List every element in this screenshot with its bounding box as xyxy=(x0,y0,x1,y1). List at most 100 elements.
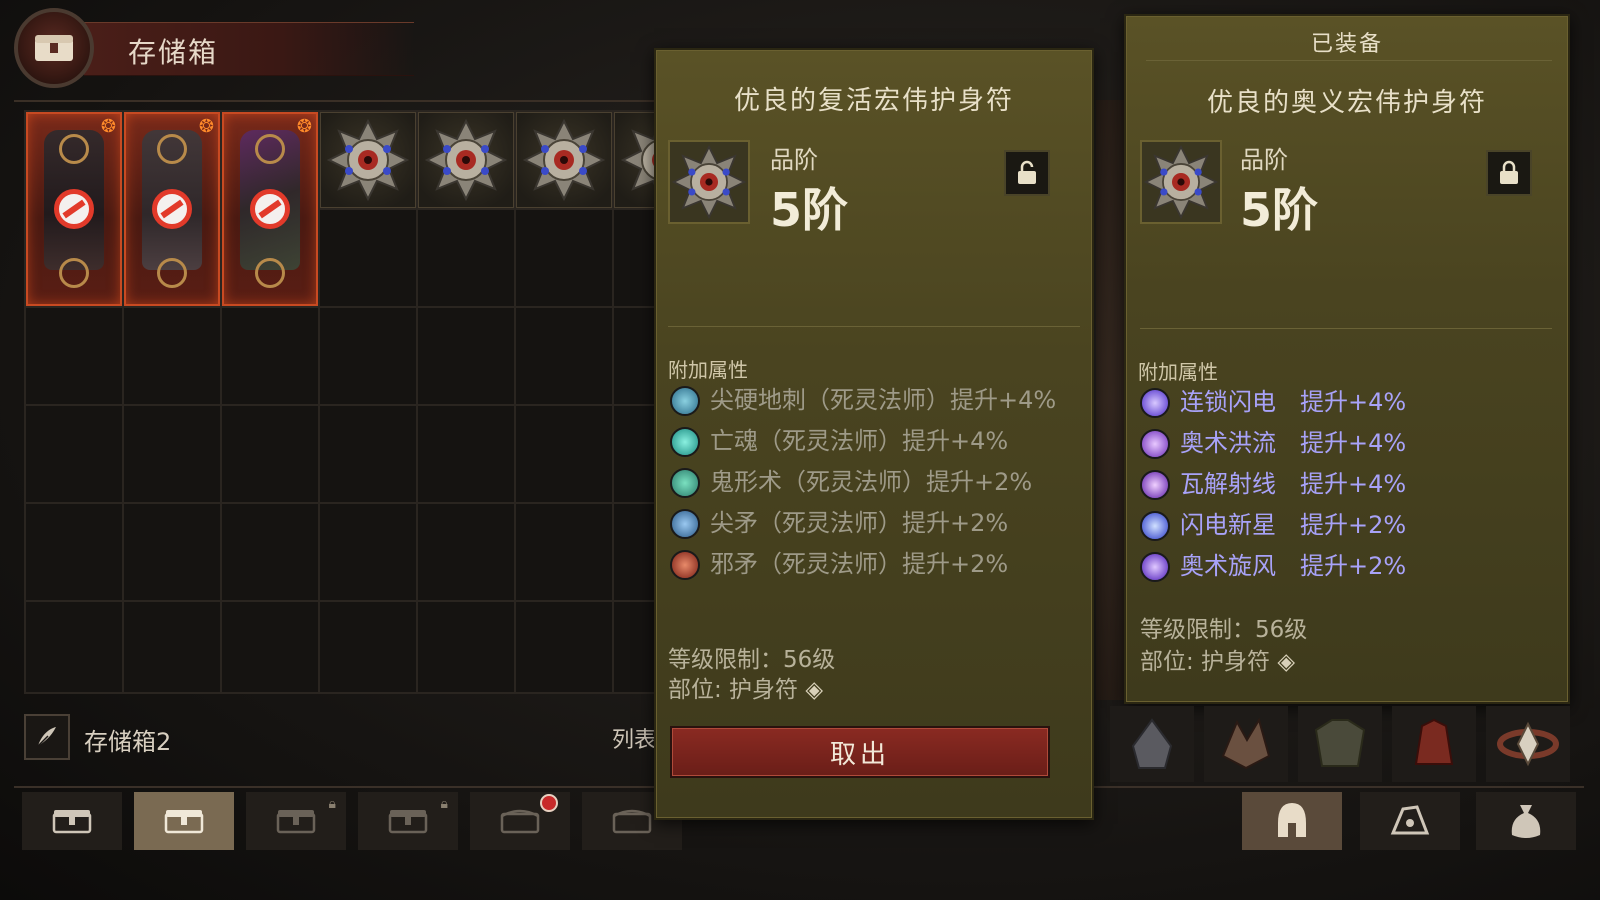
stash-slot-empty[interactable] xyxy=(614,504,656,600)
amulet-icon xyxy=(327,119,409,201)
page-title: 存储箱 xyxy=(128,36,219,69)
stash-slot-amulet[interactable] xyxy=(614,112,656,208)
lock-toggle-button[interactable] xyxy=(1004,150,1050,196)
stash-slot-empty[interactable] xyxy=(418,602,514,692)
stash-slot-empty[interactable] xyxy=(614,308,656,404)
amulet-icon xyxy=(425,119,507,201)
header-banner: 存储箱 xyxy=(84,22,414,76)
item-slot-text: 部位: 护身符 xyxy=(668,677,799,703)
stash-tab-3[interactable]: 🔒︎ xyxy=(246,792,346,850)
evil-spear-icon xyxy=(670,550,700,580)
stash-slot-empty[interactable] xyxy=(222,308,318,404)
stash-slot-empty[interactable] xyxy=(124,406,220,502)
stash-slot-empty[interactable] xyxy=(26,602,122,692)
stash-slot-armor[interactable]: ❂ xyxy=(222,112,318,306)
stash-slot-empty[interactable] xyxy=(124,308,220,404)
section-divider xyxy=(668,326,1080,327)
stash-slot-empty[interactable] xyxy=(222,602,318,692)
stash-slot-empty[interactable] xyxy=(418,210,514,306)
shoulder-icon xyxy=(1221,717,1271,770)
item-icon-frame xyxy=(1140,140,1222,224)
chest-icon xyxy=(276,810,316,834)
gloves-armor-icon xyxy=(1414,718,1454,765)
stash-slot-empty[interactable] xyxy=(614,406,656,502)
stash-tab-4[interactable]: 🔒︎ xyxy=(358,792,458,850)
inventory-edge-decoration xyxy=(1096,100,1126,700)
equipped-gear-strip xyxy=(1110,706,1580,784)
stash-slot-empty[interactable] xyxy=(320,406,416,502)
tab-equipment[interactable] xyxy=(1242,792,1342,850)
stash-slot-amulet[interactable] xyxy=(418,112,514,208)
grade-value: 5阶 xyxy=(1240,183,1319,237)
unlock-icon xyxy=(1018,160,1036,184)
level-requirement: 等级限制：56级 xyxy=(1140,617,1308,643)
stash-slot-empty[interactable] xyxy=(418,504,514,600)
stash-slot-empty[interactable] xyxy=(26,308,122,404)
section-divider xyxy=(1140,328,1552,329)
affix-text: 邪矛（死灵法师）提升+2% xyxy=(710,550,1009,578)
stash-tab-1[interactable] xyxy=(22,792,122,850)
stash-slot-empty[interactable] xyxy=(320,308,416,404)
stash-slot-amulet[interactable] xyxy=(516,112,612,208)
stash-slot-empty[interactable] xyxy=(516,308,612,404)
not-usable-icon xyxy=(250,189,290,229)
affix-text: 尖矛（死灵法师）提升+2% xyxy=(710,509,1009,537)
stash-slot-empty[interactable] xyxy=(26,504,122,600)
socket-ring-icon xyxy=(157,258,187,288)
rename-stash-button[interactable] xyxy=(24,714,70,760)
stash-slot-armor[interactable]: ❂ xyxy=(124,112,220,306)
take-out-button[interactable]: 取出 xyxy=(670,726,1050,778)
gear-slot-shoulder[interactable] xyxy=(1204,706,1288,782)
affix-item: 尖矛（死灵法师）提升+2% xyxy=(670,509,1070,539)
stash-slot-empty[interactable] xyxy=(516,504,612,600)
stash-footer: 存储箱2 列表 xyxy=(24,714,664,762)
stash-slot-empty[interactable] xyxy=(222,406,318,502)
header-divider xyxy=(14,100,654,102)
tab-gems[interactable] xyxy=(1360,792,1460,850)
stash-slot-armor[interactable]: ❂ xyxy=(26,112,122,306)
list-view-button[interactable]: 列表 xyxy=(612,722,656,754)
stash-slot-empty[interactable] xyxy=(26,406,122,502)
gear-slot-chest[interactable] xyxy=(1298,706,1382,782)
not-usable-icon xyxy=(152,189,192,229)
stash-slot-empty[interactable] xyxy=(516,602,612,692)
stash-slot-empty[interactable] xyxy=(516,406,612,502)
item-slot-text: 部位: 护身符 xyxy=(1140,649,1271,675)
amulet-slot-icon: ◈ xyxy=(805,677,824,703)
socket-ring-icon xyxy=(59,258,89,288)
stash-tab-5[interactable] xyxy=(470,792,570,850)
socket-ring-icon xyxy=(255,258,285,288)
affix-item: 尖硬地刺（死灵法师）提升+4% xyxy=(670,386,1070,416)
affix-section-title: 附加属性 xyxy=(668,358,748,382)
stash-slot-empty[interactable] xyxy=(614,210,656,306)
gear-slot-helm[interactable] xyxy=(1110,706,1194,782)
stash-slot-empty[interactable] xyxy=(418,406,514,502)
affix-item: 鬼形术（死灵法师）提升+2% xyxy=(670,468,1070,498)
stash-slot-empty[interactable] xyxy=(124,504,220,600)
lock-toggle-button[interactable] xyxy=(1486,150,1532,196)
equipped-header: 已装备 xyxy=(1310,32,1383,57)
stash-slot-empty[interactable] xyxy=(124,602,220,692)
chest-icon xyxy=(164,810,204,834)
item-icon-frame xyxy=(668,140,750,224)
stash-slot-empty[interactable] xyxy=(320,602,416,692)
not-usable-icon xyxy=(54,189,94,229)
tab-bag[interactable] xyxy=(1476,792,1576,850)
stash-slot-empty[interactable] xyxy=(222,504,318,600)
affix-text: 瓦解射线 提升+4% xyxy=(1180,470,1407,498)
stash-slot-empty[interactable] xyxy=(614,602,656,692)
stash-slot-empty[interactable] xyxy=(418,308,514,404)
lock-icon: 🔒︎ xyxy=(328,796,336,812)
gear-slot-gloves[interactable] xyxy=(1392,706,1476,782)
stash-slot-amulet[interactable] xyxy=(320,112,416,208)
stash-slot-empty[interactable] xyxy=(516,210,612,306)
item-tooltip-equipped: 已装备 优良的奥义宏伟护身符 品阶 5阶 附加属性 连锁闪电 提升+4% 奥术洪… xyxy=(1124,14,1570,704)
affix-item: 连锁闪电 提升+4% xyxy=(1140,388,1550,418)
item-slot: 部位: 护身符 ◈ xyxy=(668,670,823,704)
gear-slot-belt[interactable] xyxy=(1486,706,1570,782)
stash-slot-empty[interactable] xyxy=(320,210,416,306)
chest-icon xyxy=(52,810,92,834)
stash-slot-empty[interactable] xyxy=(320,504,416,600)
affix-list: 连锁闪电 提升+4% 奥术洪流 提升+4% 瓦解射线 提升+4% 闪电新星 提升… xyxy=(1140,388,1550,593)
stash-tab-2[interactable] xyxy=(134,792,234,850)
